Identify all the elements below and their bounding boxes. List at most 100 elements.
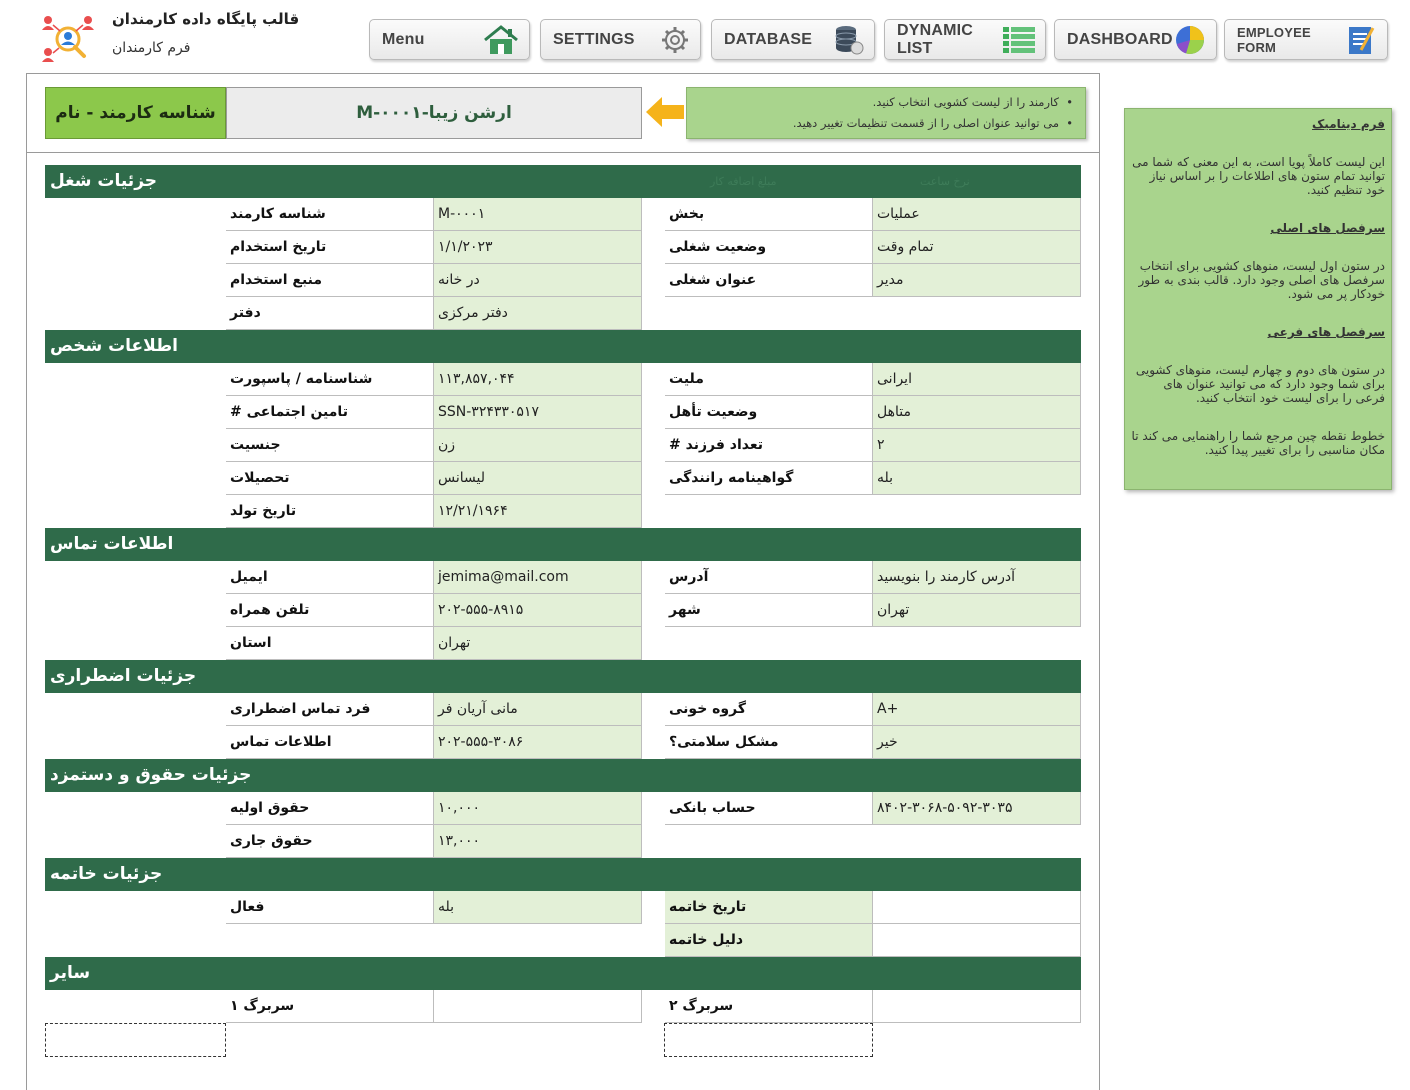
emergency-contact-field[interactable]: مانی آریان فر [434,693,642,726]
birth-date-field[interactable]: ۱۲/۲۱/۱۹۶۴ [434,495,642,528]
employee-id-field[interactable]: M-۰۰۰۱ [434,198,642,231]
dashboard-button-label: DASHBOARD [1067,30,1173,48]
department-field[interactable]: عملیات [873,198,1081,231]
people-network-icon [42,16,94,62]
note-paragraph: این لیست کاملاً پویا است، به این معنی که… [1132,155,1385,197]
health-issue-field[interactable]: خیر [873,726,1081,759]
section-title-job: جزئیات شغل [50,171,158,191]
children-count-label: تعداد فرزند # [665,429,873,462]
termination-reason-label: دلیل خاتمه [665,924,873,957]
email-field[interactable]: jemima@mail.com [434,561,642,594]
hint-item: کارمند را از لیست کشویی انتخاب کنید. [695,92,1075,113]
instructions-note: فرم دینامیک این لیست کاملاً پویا است، به… [1124,108,1392,490]
section-title-salary: جزئیات حقوق و دستمزد [50,765,252,785]
bank-account-label: حساب بانکی [665,792,873,825]
mobile-label: تلفن همراه [226,594,434,627]
initial-salary-field[interactable]: ۱۰,۰۰۰ [434,792,642,825]
database-button[interactable]: DATABASE [711,19,875,60]
employee-form-button-label: EMPLOYEE FORM [1237,24,1311,55]
header2-label: سربرگ ۲ [665,990,873,1023]
section-title-contact: اطلاعات تماس [50,534,174,554]
menu-button-label: Menu [382,30,425,48]
province-field[interactable]: تهران [434,627,642,660]
job-status-field[interactable]: تمام وقت [873,231,1081,264]
dynamic-list-button-label: DYNAMIC LIST [897,21,974,57]
gender-label: جنسیت [226,429,434,462]
active-field[interactable]: بله [434,891,642,924]
hourly-rate-hidden-label: نرخ ساعت [920,175,970,188]
driving-license-field[interactable]: بله [873,462,1081,495]
initial-salary-label: حقوق اولیه [226,792,434,825]
blood-type-label: گروه خونی [665,693,873,726]
marital-status-field[interactable]: متاهل [873,396,1081,429]
hire-source-field[interactable]: در خانه [434,264,642,297]
education-label: تحصیلات [226,462,434,495]
section-bar-personal [45,330,1081,363]
job-status-label: وضعیت شغلی [665,231,873,264]
termination-date-field[interactable] [873,891,1081,924]
arrow-left-icon [646,97,684,127]
job-title-field[interactable]: مدیر [873,264,1081,297]
hire-date-field[interactable]: ۱/۱/۲۰۲۳ [434,231,642,264]
list-icon [1003,26,1035,53]
passport-field[interactable]: ۱۱۳,۸۵۷,۰۴۴ [434,363,642,396]
education-field[interactable]: لیسانس [434,462,642,495]
bank-account-field[interactable]: ۸۴۰۲-۳۰۶۸-۵۰۹۲-۳۰۳۵ [873,792,1081,825]
section-bar-contact [45,528,1081,561]
gender-field[interactable]: زن [434,429,642,462]
city-field[interactable]: تهران [873,594,1081,627]
header1-label: سربرگ ۱ [226,990,434,1023]
address-label: آدرس [665,561,873,594]
birth-date-label: تاریخ تولد [226,495,434,528]
province-label: استان [226,627,434,660]
children-count-field[interactable]: ۲ [873,429,1081,462]
current-salary-field[interactable]: ۱۳,۰۰۰ [434,825,642,858]
subheading-placeholder-left[interactable] [45,1023,226,1057]
hint-item: می توانید عنوان اصلی را از قسمت تنظیمات … [695,113,1075,134]
database-button-label: DATABASE [724,30,813,48]
dashboard-button[interactable]: DASHBOARD [1054,19,1217,60]
blood-type-field[interactable]: A+ [873,693,1081,726]
mobile-field[interactable]: ۲۰۲-۵۵۵-۸۹۱۵ [434,594,642,627]
department-label: بخش [665,198,873,231]
city-label: شهر [665,594,873,627]
note-paragraph: خطوط نقطه چین مرجع شما را راهنمایی می کن… [1131,429,1385,457]
termination-reason-field[interactable] [873,924,1081,957]
nationality-label: ملیت [665,363,873,396]
section-title-emergency: جزئیات اضطراری [50,666,197,686]
office-field[interactable]: دفتر مرکزی [434,297,642,330]
email-label: ایمیل [226,561,434,594]
subheading-placeholder-right[interactable] [664,1023,873,1057]
address-field[interactable]: آدرس کارمند را بنویسید [873,561,1081,594]
ssn-field[interactable]: SSN-۳۲۴۳۳۰۵۱۷ [434,396,642,429]
settings-button[interactable]: SETTINGS [540,19,701,60]
emergency-phone-field[interactable]: ۲۰۲-۵۵۵-۳۰۸۶ [434,726,642,759]
nationality-field[interactable]: ایرانی [873,363,1081,396]
marital-status-label: وضعیت تأهل [665,396,873,429]
pie-chart-icon [1176,25,1204,54]
note-heading-dynamic-form: فرم دینامیک [1312,117,1385,131]
job-title-label: عنوان شغلی [665,264,873,297]
note-paragraph: در ستون های دوم و چهارم لیست، منوهای کشو… [1135,363,1385,405]
hire-date-label: تاریخ استخدام [226,231,434,264]
employee-form-button[interactable]: EMPLOYEE FORM [1224,19,1388,60]
active-label: فعال [226,891,434,924]
driving-license-label: گواهینامه رانندگی [665,462,873,495]
dynamic-list-button[interactable]: DYNAMIC LIST [884,19,1046,60]
termination-date-label: تاریخ خاتمه [665,891,873,924]
employee-selector-label: شناسه کارمند - نام [45,87,226,139]
header1-field[interactable] [434,990,642,1023]
note-heading-main-headers: سرفصل های اصلی [1270,221,1385,235]
app-title: قالب پایگاه داده کارمندان [112,10,300,28]
section-bar-job: مبلغ اضافه کار نرخ ساعت [45,165,1081,198]
section-title-termination: جزئیات خاتمه [50,864,163,884]
employee-selector-dropdown[interactable]: ارشن زیبا-M-۰۰۰۱ [226,87,642,139]
form-icon [1349,26,1375,54]
header2-field[interactable] [873,990,1081,1023]
section-bar-termination [45,858,1081,891]
hire-source-label: منبع استخدام [226,264,434,297]
menu-button[interactable]: Menu [369,19,530,60]
note-paragraph: در ستون اول لیست، منوهای کشویی برای انتخ… [1138,259,1386,301]
current-salary-label: حقوق جاری [226,825,434,858]
overtime-amount-hidden-label: مبلغ اضافه کار [710,175,777,188]
